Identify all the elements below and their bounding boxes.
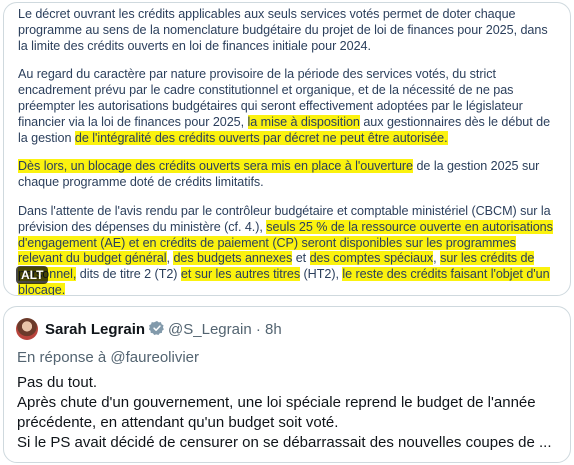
author-handle[interactable]: @S_Legrain [168, 321, 252, 338]
verified-badge-icon [149, 321, 164, 335]
tweet-body: Pas du tout. Après chute d'un gouverneme… [17, 373, 565, 453]
document-paragraph: Dans l'attente de l'avis rendu par le co… [18, 204, 558, 295]
author-name[interactable]: Sarah Legrain [45, 321, 145, 338]
document-paragraph: Au regard du caractère par nature provis… [18, 67, 558, 146]
tweet-line: Après chute d'un gouvernement, une loi s… [17, 394, 536, 411]
tweet-line: Pas du tout. [17, 374, 98, 391]
document-paragraph: Le décret ouvrant les crédits applicable… [18, 7, 558, 54]
highlighted-text: Dès lors, un blocage des crédits ouverts… [18, 159, 414, 174]
alt-badge[interactable]: ALT [16, 266, 49, 284]
document-text: Le décret ouvrant les crédits applicable… [18, 7, 558, 295]
highlighted-text: des budgets annexes [173, 251, 293, 266]
document-text-run: dits de titre 2 (T2) [76, 267, 181, 282]
document-text-run: Le décret ouvrant les crédits applicable… [18, 7, 548, 53]
highlighted-text: et sur les autres titres [180, 267, 301, 282]
reply-context: En réponse à @faureolivier [17, 349, 199, 366]
document-text-run: et [292, 251, 310, 266]
tweet-header: Sarah Legrain @S_Legrain · 8h [45, 320, 282, 339]
timestamp[interactable]: 8h [265, 321, 282, 338]
highlighted-text: des comptes spéciaux [309, 251, 434, 266]
avatar[interactable] [16, 318, 38, 340]
highlighted-text: de l'intégralité des crédits ouverts par… [74, 130, 448, 145]
tweet-line: Si le PS avait décidé de censurer on se … [17, 434, 552, 451]
highlighted-text: la mise à disposition [247, 114, 360, 129]
tweet-line: précédente, en attendant qu'un budget so… [17, 414, 339, 431]
quoted-document-image[interactable]: Le décret ouvrant les crédits applicable… [3, 2, 571, 296]
separator-dot: · [255, 321, 261, 338]
tweet-card[interactable]: Sarah Legrain @S_Legrain · 8h En réponse … [3, 306, 571, 463]
document-text-run: (HT2), [300, 267, 343, 282]
document-paragraph: Dès lors, un blocage des crédits ouverts… [18, 159, 558, 191]
